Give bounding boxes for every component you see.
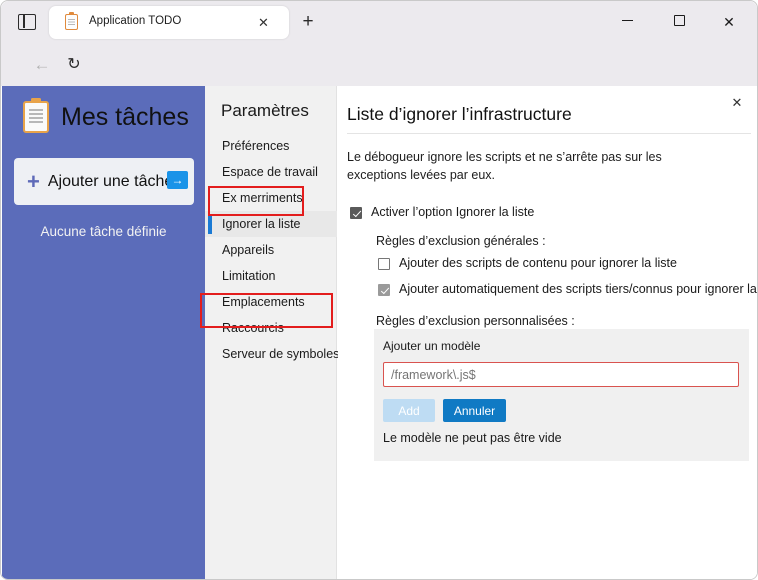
panel-title: Liste d’ignorer l’infrastructure	[347, 104, 572, 124]
window-controls: ✕	[597, 1, 757, 43]
settings-heading: Paramètres	[221, 101, 309, 120]
checkbox-icon	[350, 207, 362, 219]
plus-icon: +	[27, 168, 40, 194]
add-button[interactable]: Add	[383, 399, 435, 422]
sidebar-item-throttling[interactable]: Limitation	[205, 263, 337, 289]
clipboard-icon	[23, 97, 49, 133]
page-title: Mes tâches	[61, 102, 189, 131]
page-content: Mes tâches + Ajouter une tâche → Aucune …	[2, 86, 758, 579]
enable-ignore-list-label: Activer l’option Ignorer la liste	[371, 205, 535, 219]
pattern-input[interactable]	[383, 362, 739, 387]
todo-app-header: Mes tâches	[23, 97, 189, 133]
custom-rules-box: Ajouter un modèle Add Annuler Le modèle …	[374, 329, 749, 461]
clipboard-icon	[65, 12, 78, 30]
todo-app-sidebar: Mes tâches + Ajouter une tâche → Aucune …	[2, 86, 205, 579]
browser-window: Application TODO ✕ + ✕ ← ↻ https://micro…	[0, 0, 758, 580]
browser-tab[interactable]: Application TODO ✕	[49, 6, 289, 39]
custom-rules-label: Règles d’exclusion personnalisées :	[376, 314, 575, 328]
add-pattern-label: Ajouter un modèle	[383, 339, 481, 353]
general-rules-label: Règles d’exclusion générales :	[376, 234, 546, 248]
empty-state-text: Aucune tâche définie	[40, 224, 167, 239]
sidebar-item-shortcuts[interactable]: Raccourcis	[205, 315, 337, 341]
sidebar-item-workspace[interactable]: Espace de travail	[205, 159, 337, 185]
validation-error-text: Le modèle ne peut pas être vide	[383, 431, 562, 445]
add-task-button[interactable]: + Ajouter une tâche →	[14, 158, 194, 205]
checkbox-icon	[378, 284, 390, 296]
tab-actions-icon[interactable]	[18, 14, 36, 30]
new-tab-button[interactable]: +	[297, 11, 319, 33]
enable-ignore-list-checkbox[interactable]: Activer l’option Ignorer la liste	[350, 205, 534, 219]
sidebar-item-locations[interactable]: Emplacements	[205, 289, 337, 315]
content-scripts-label: Ajouter des scripts de contenu pour igno…	[399, 256, 677, 270]
sidebar-item-preferences[interactable]: Préférences	[205, 133, 337, 159]
tab-title: Application TODO	[89, 15, 182, 27]
close-icon[interactable]: ✕	[727, 93, 747, 113]
browser-chrome: Application TODO ✕ + ✕ ← ↻ https://micro…	[1, 1, 757, 122]
cancel-button[interactable]: Annuler	[443, 399, 506, 422]
maximize-button[interactable]	[659, 12, 699, 32]
back-icon[interactable]: ←	[29, 52, 55, 78]
settings-navigation: Paramètres Préférences Espace de travail…	[205, 86, 339, 579]
divider	[347, 133, 751, 134]
tab-strip: Application TODO ✕ + ✕	[1, 1, 757, 43]
third-party-scripts-checkbox[interactable]: Ajouter automatiquement des scripts tier…	[378, 282, 758, 296]
minimize-button[interactable]	[607, 12, 647, 32]
close-icon[interactable]: ✕	[255, 14, 272, 31]
ignore-list-panel: ✕ Liste d’ignorer l’infrastructure Le dé…	[338, 86, 758, 579]
sidebar-item-ignore-list[interactable]: Ignorer la liste	[205, 211, 337, 237]
window-close-button[interactable]: ✕	[709, 12, 749, 32]
checkbox-icon	[378, 258, 390, 270]
panel-description: Le débogueur ignore les scripts et ne s’…	[347, 150, 662, 182]
settings-nav-list: Préférences Espace de travail Ex merrime…	[205, 133, 339, 367]
content-scripts-checkbox[interactable]: Ajouter des scripts de contenu pour igno…	[378, 256, 677, 270]
navigation-bar: ← ↻ https://microsoftedge.github.io/Demo…	[1, 43, 757, 122]
sidebar-item-symbol-server[interactable]: Serveur de symboles	[205, 341, 339, 367]
enter-key-icon: →	[167, 171, 188, 189]
reload-icon[interactable]: ↻	[61, 52, 87, 78]
third-party-scripts-label: Ajouter automatiquement des scripts tier…	[399, 282, 758, 296]
sidebar-item-experiments[interactable]: Ex merriments	[205, 185, 337, 211]
add-task-label: Ajouter une tâche	[47, 172, 174, 190]
sidebar-item-devices[interactable]: Appareils	[205, 237, 337, 263]
